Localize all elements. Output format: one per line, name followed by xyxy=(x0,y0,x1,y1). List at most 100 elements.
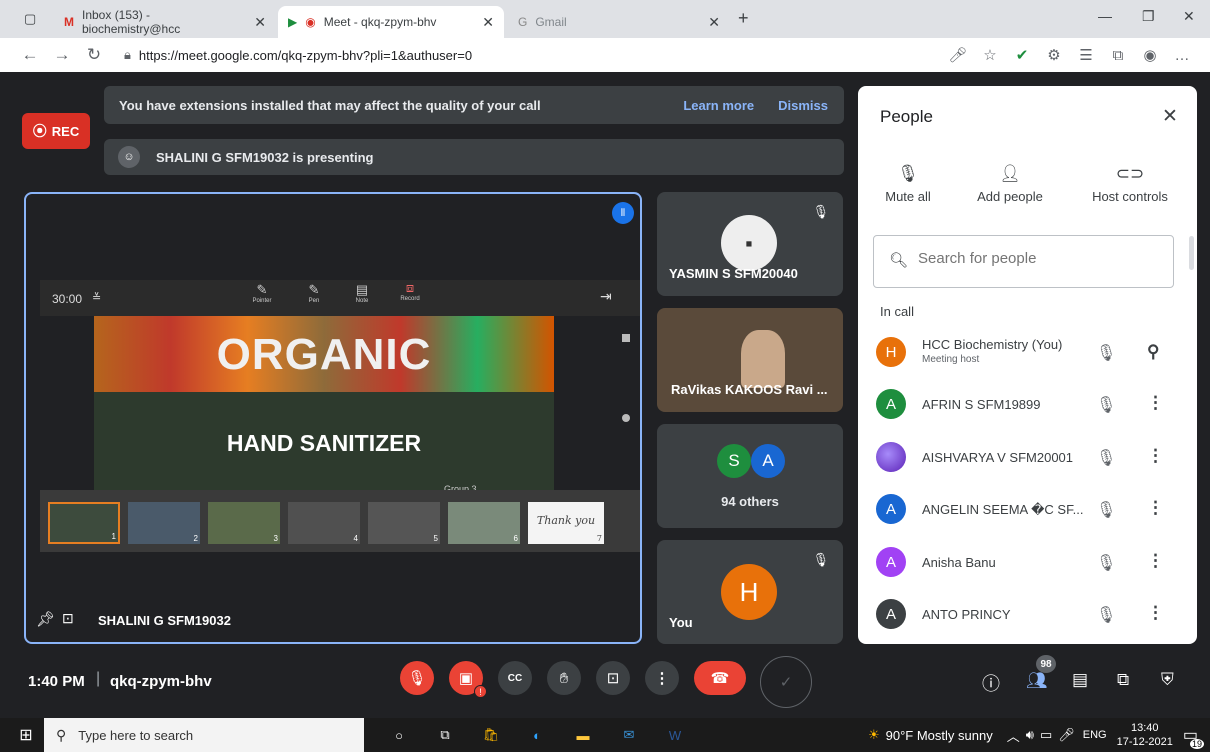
language-indicator[interactable]: ENG xyxy=(1083,729,1107,741)
dismiss-button[interactable]: Dismiss xyxy=(778,98,828,113)
mic-off-icon[interactable]: 🎙︎ xyxy=(1096,605,1116,625)
participant-row[interactable]: A ANTO PRINCY 🎙︎ ⋮ xyxy=(858,588,1178,640)
thumbnail[interactable]: Thank you 7 xyxy=(528,502,604,544)
file-explorer-icon[interactable]: ▬ xyxy=(560,728,606,743)
meeting-code[interactable]: qkq-zpym-bhv xyxy=(110,673,212,690)
pin-icon[interactable]: ⚲ xyxy=(1147,342,1159,362)
task-view-icon[interactable]: ⧉ xyxy=(422,727,468,743)
restore-icon[interactable]: ❐ xyxy=(1142,8,1155,25)
close-window-icon[interactable]: ✕ xyxy=(1183,8,1195,25)
mic-off-icon[interactable]: 🎙︎ xyxy=(1096,395,1116,415)
thumbnail[interactable]: 6 xyxy=(448,502,520,544)
mail-icon[interactable]: ✉ xyxy=(606,727,652,743)
raise-hand-button[interactable]: ✋︎ xyxy=(547,661,581,695)
edge-icon[interactable]: ◐ xyxy=(514,728,560,743)
extension-check-icon[interactable]: ✔ xyxy=(1006,46,1038,64)
back-icon[interactable]: ← xyxy=(14,45,46,65)
word-icon[interactable]: W xyxy=(652,728,698,743)
tab-inbox[interactable]: M Inbox (153) - biochemistry@hcc ✕ xyxy=(54,6,276,38)
favorites-bar-icon[interactable]: ☰ xyxy=(1070,46,1102,64)
present-icon[interactable]: ⊡ xyxy=(62,610,74,627)
notification-center[interactable]: ▭ 19 xyxy=(1183,725,1204,749)
leave-call-button[interactable]: ☎︎ xyxy=(694,661,746,695)
camera-toggle-button[interactable]: ▣! xyxy=(449,661,487,698)
pointer-tool[interactable]: ✎ Pointer xyxy=(244,282,280,304)
pin-icon[interactable]: 📌︎ xyxy=(36,610,55,628)
close-tab-icon[interactable]: ✕ xyxy=(254,14,266,31)
record-tool[interactable]: ⧈ Record xyxy=(392,280,428,302)
tab-meet[interactable]: ▶ ◉ Meet - qkq-zpym-bhv ✕ xyxy=(278,6,504,38)
activities-button[interactable]: ✓ xyxy=(760,656,812,708)
lock-icon[interactable]: 🔒︎ xyxy=(124,47,131,63)
collections-icon[interactable]: ⧉ xyxy=(1102,47,1134,64)
mic-toggle-button[interactable]: 🎙︎ xyxy=(400,661,434,695)
participant-row[interactable]: A AFRIN S SFM19899 🎙︎ ⋮ xyxy=(858,378,1178,430)
participant-row[interactable]: AISHVARYA V SFM20001 🎙︎ ⋮ xyxy=(858,431,1178,483)
microphone-tray-icon[interactable]: 🎤︎ xyxy=(1058,727,1075,743)
chat-icon[interactable]: ▤ xyxy=(1072,670,1088,690)
thumbnail[interactable]: 4 xyxy=(288,502,360,544)
weather-text[interactable]: 90°F Mostly sunny xyxy=(886,728,993,743)
more-options-icon[interactable]: ⋮ xyxy=(1147,498,1164,518)
thumbnail[interactable]: 1 xyxy=(48,502,120,544)
people-button[interactable]: 👥︎ 98 xyxy=(1024,655,1056,694)
mic-off-icon[interactable]: 🎙︎ xyxy=(1096,343,1116,363)
captions-button[interactable]: CC xyxy=(498,661,532,695)
tile-ravikas[interactable]: RaVikas KAKOOS Ravi ... xyxy=(657,308,843,412)
refresh-icon[interactable]: ↻ xyxy=(78,45,110,65)
scrollbar[interactable] xyxy=(1189,236,1194,270)
participant-row[interactable]: A Anisha Banu 🎙︎ ⋮ xyxy=(858,536,1178,588)
tab-actions-icon[interactable]: ▢ xyxy=(24,11,36,27)
thumbnail[interactable]: 5 xyxy=(368,502,440,544)
extension-icon[interactable]: ⚙ xyxy=(1038,46,1070,64)
present-now-button[interactable]: ⊡ xyxy=(596,661,630,695)
meeting-details-icon[interactable]: ⓘ xyxy=(982,670,1000,696)
forward-icon[interactable]: → xyxy=(46,45,78,65)
mic-off-icon[interactable]: 🎙︎ xyxy=(1096,448,1116,468)
more-options-icon[interactable]: ⋮ xyxy=(1147,551,1164,571)
taskbar-clock[interactable]: 13:40 17-12-2021 xyxy=(1117,721,1173,749)
more-menu-icon[interactable]: … xyxy=(1166,47,1198,64)
participant-row[interactable]: A ANGELIN SEEMA �C SF... 🎙︎ ⋮ xyxy=(858,483,1178,535)
tab-gmail[interactable]: G Gmail ✕ xyxy=(508,6,730,38)
participant-row[interactable]: H HCC Biochemistry (You) Meeting host 🎙︎… xyxy=(858,326,1178,378)
search-box[interactable]: 🔍︎ xyxy=(873,235,1174,288)
minimize-icon[interactable]: — xyxy=(1098,8,1112,24)
url-field[interactable]: https://meet.google.com/qkq-zpym-bhv?pli… xyxy=(139,48,472,63)
mic-off-icon[interactable]: 🎙︎ xyxy=(1096,553,1116,573)
pen-tool[interactable]: ✎ Pen xyxy=(296,282,332,304)
tile-yasmin[interactable]: 🎙︎ ◼ YASMIN S SFM20040 xyxy=(657,192,843,296)
activities-icon[interactable]: ⧉ xyxy=(1117,670,1129,690)
timer-chevron-icon[interactable]: ≚ xyxy=(92,291,101,304)
network-icon[interactable]: ▭ xyxy=(1040,727,1052,743)
tray-chevron-icon[interactable]: ︿ xyxy=(1007,726,1020,745)
cortana-icon[interactable]: ○ xyxy=(376,728,422,743)
search-people-input[interactable] xyxy=(918,250,1158,267)
learn-more-link[interactable]: Learn more xyxy=(683,98,754,113)
more-options-icon[interactable]: ⋮ xyxy=(1147,603,1164,623)
host-controls-button[interactable]: ⊂⊃ Host controls xyxy=(1084,164,1176,204)
close-tab-icon[interactable]: ✕ xyxy=(708,14,720,31)
windows-start-icon[interactable]: ⊞ xyxy=(8,725,44,745)
presentation-tile[interactable]: ⦀ 30:00 ≚ ✎ Pointer ✎ Pen ▤ Note ⧈ Record ⇥ … xyxy=(24,192,642,644)
new-tab-icon[interactable]: + xyxy=(738,8,749,29)
profile-icon[interactable]: ◉ xyxy=(1134,46,1166,64)
more-options-icon[interactable]: ⋮ xyxy=(1147,446,1164,466)
close-tab-icon[interactable]: ✕ xyxy=(482,14,494,31)
taskbar-search-box[interactable]: ⚲ Type here to search xyxy=(44,718,364,752)
volume-icon[interactable]: 🔊︎ xyxy=(1026,727,1034,743)
more-options-icon[interactable]: ⋮ xyxy=(1147,393,1164,413)
host-controls-icon[interactable]: ⛨ xyxy=(1161,670,1174,690)
microphone-icon[interactable]: 🎤︎ xyxy=(942,46,974,64)
mute-all-button[interactable]: 🎙︎ Mute all xyxy=(876,164,940,204)
tile-others[interactable]: S A 94 others xyxy=(657,424,843,528)
tile-you[interactable]: 🎙︎ H You xyxy=(657,540,843,644)
store-icon[interactable]: 🛍︎ xyxy=(468,727,514,743)
add-people-button[interactable]: 👤︎ Add people xyxy=(968,164,1052,204)
exit-icon[interactable]: ⇥ xyxy=(600,288,612,305)
note-tool[interactable]: ▤ Note xyxy=(344,282,380,304)
favorite-icon[interactable]: ☆ xyxy=(974,46,1006,64)
mic-off-icon[interactable]: 🎙︎ xyxy=(1096,500,1116,520)
thumbnail[interactable]: 2 xyxy=(128,502,200,544)
close-panel-icon[interactable]: ✕ xyxy=(1162,105,1178,128)
